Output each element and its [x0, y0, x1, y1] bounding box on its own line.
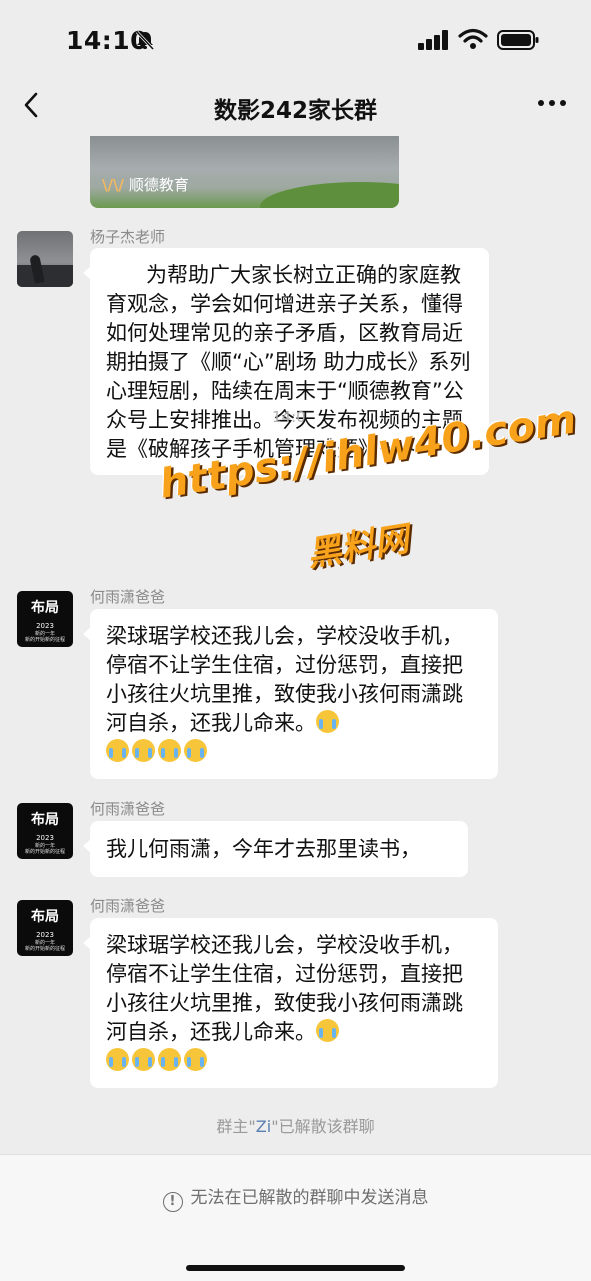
shared-article-card[interactable]: \/\/顺德教育 — [90, 136, 399, 208]
crying-emoji-icon — [106, 739, 129, 762]
chat-header: 数影242家长群 — [0, 78, 591, 136]
brand-logo-icon: \/\/ — [102, 176, 124, 194]
sender-name: 杨子杰老师 — [90, 228, 166, 246]
card-landscape — [260, 182, 399, 208]
bell-off-icon — [135, 30, 155, 51]
crying-emoji-icon — [158, 1048, 181, 1071]
message-bubble[interactable]: 我儿何雨潇，今年才去那里读书， — [83, 821, 468, 877]
chat-title: 数影242家长群 — [213, 98, 377, 124]
card-brand: \/\/顺德教育 — [102, 176, 189, 194]
message-list[interactable]: \/\/顺德教育 杨子杰老师 为帮助广大家长树立正确的家庭教育观念，学会如何增进… — [0, 136, 591, 1154]
status-bar: 14:10 — [0, 0, 591, 78]
sender-name: 何雨潇爸爸 — [90, 588, 166, 606]
message-bubble[interactable]: 梁球琚学校还我儿会，学校没收手机，停宿不让学生住宿，过份惩罚，直接把小孩往火坑里… — [83, 609, 498, 779]
timestamp: 14:0 — [272, 408, 306, 426]
wifi-icon — [458, 28, 488, 49]
crying-emoji-icon — [158, 739, 181, 762]
sender-name: 何雨潇爸爸 — [90, 800, 166, 818]
more-icon[interactable] — [537, 96, 567, 110]
owner-nickname[interactable]: Zi — [256, 1117, 271, 1136]
avatar[interactable]: 布局 2023 新的一年 新的开始新的征程 — [17, 591, 73, 647]
message-bubble[interactable]: 梁球琚学校还我儿会，学校没收手机，停宿不让学生住宿，过份惩罚，直接把小孩往火坑里… — [83, 918, 498, 1088]
avatar[interactable]: 布局 2023 新的一年 新的开始新的征程 — [17, 803, 73, 859]
avatar[interactable]: 布局 2023 新的一年 新的开始新的征程 — [17, 900, 73, 956]
info-icon: ! — [162, 1192, 183, 1212]
sender-name: 何雨潇爸爸 — [90, 897, 166, 915]
input-disabled-bar: ! 无法在已解散的群聊中发送消息 — [0, 1154, 591, 1281]
crying-emoji-icon — [316, 710, 339, 733]
disabled-notice: ! 无法在已解散的群聊中发送消息 — [0, 1183, 591, 1212]
crying-emoji-icon — [132, 1048, 155, 1071]
crying-emoji-icon — [184, 739, 207, 762]
crying-emoji-icon — [132, 739, 155, 762]
system-notice: 群主"Zi"已解散该群聊 — [216, 1117, 375, 1136]
signal-icon — [418, 30, 448, 50]
crying-emoji-icon — [184, 1048, 207, 1071]
crying-emoji-icon — [316, 1019, 339, 1042]
battery-icon — [497, 30, 539, 50]
home-indicator[interactable] — [186, 1265, 405, 1271]
avatar[interactable] — [17, 231, 73, 287]
crying-emoji-icon — [106, 1048, 129, 1071]
